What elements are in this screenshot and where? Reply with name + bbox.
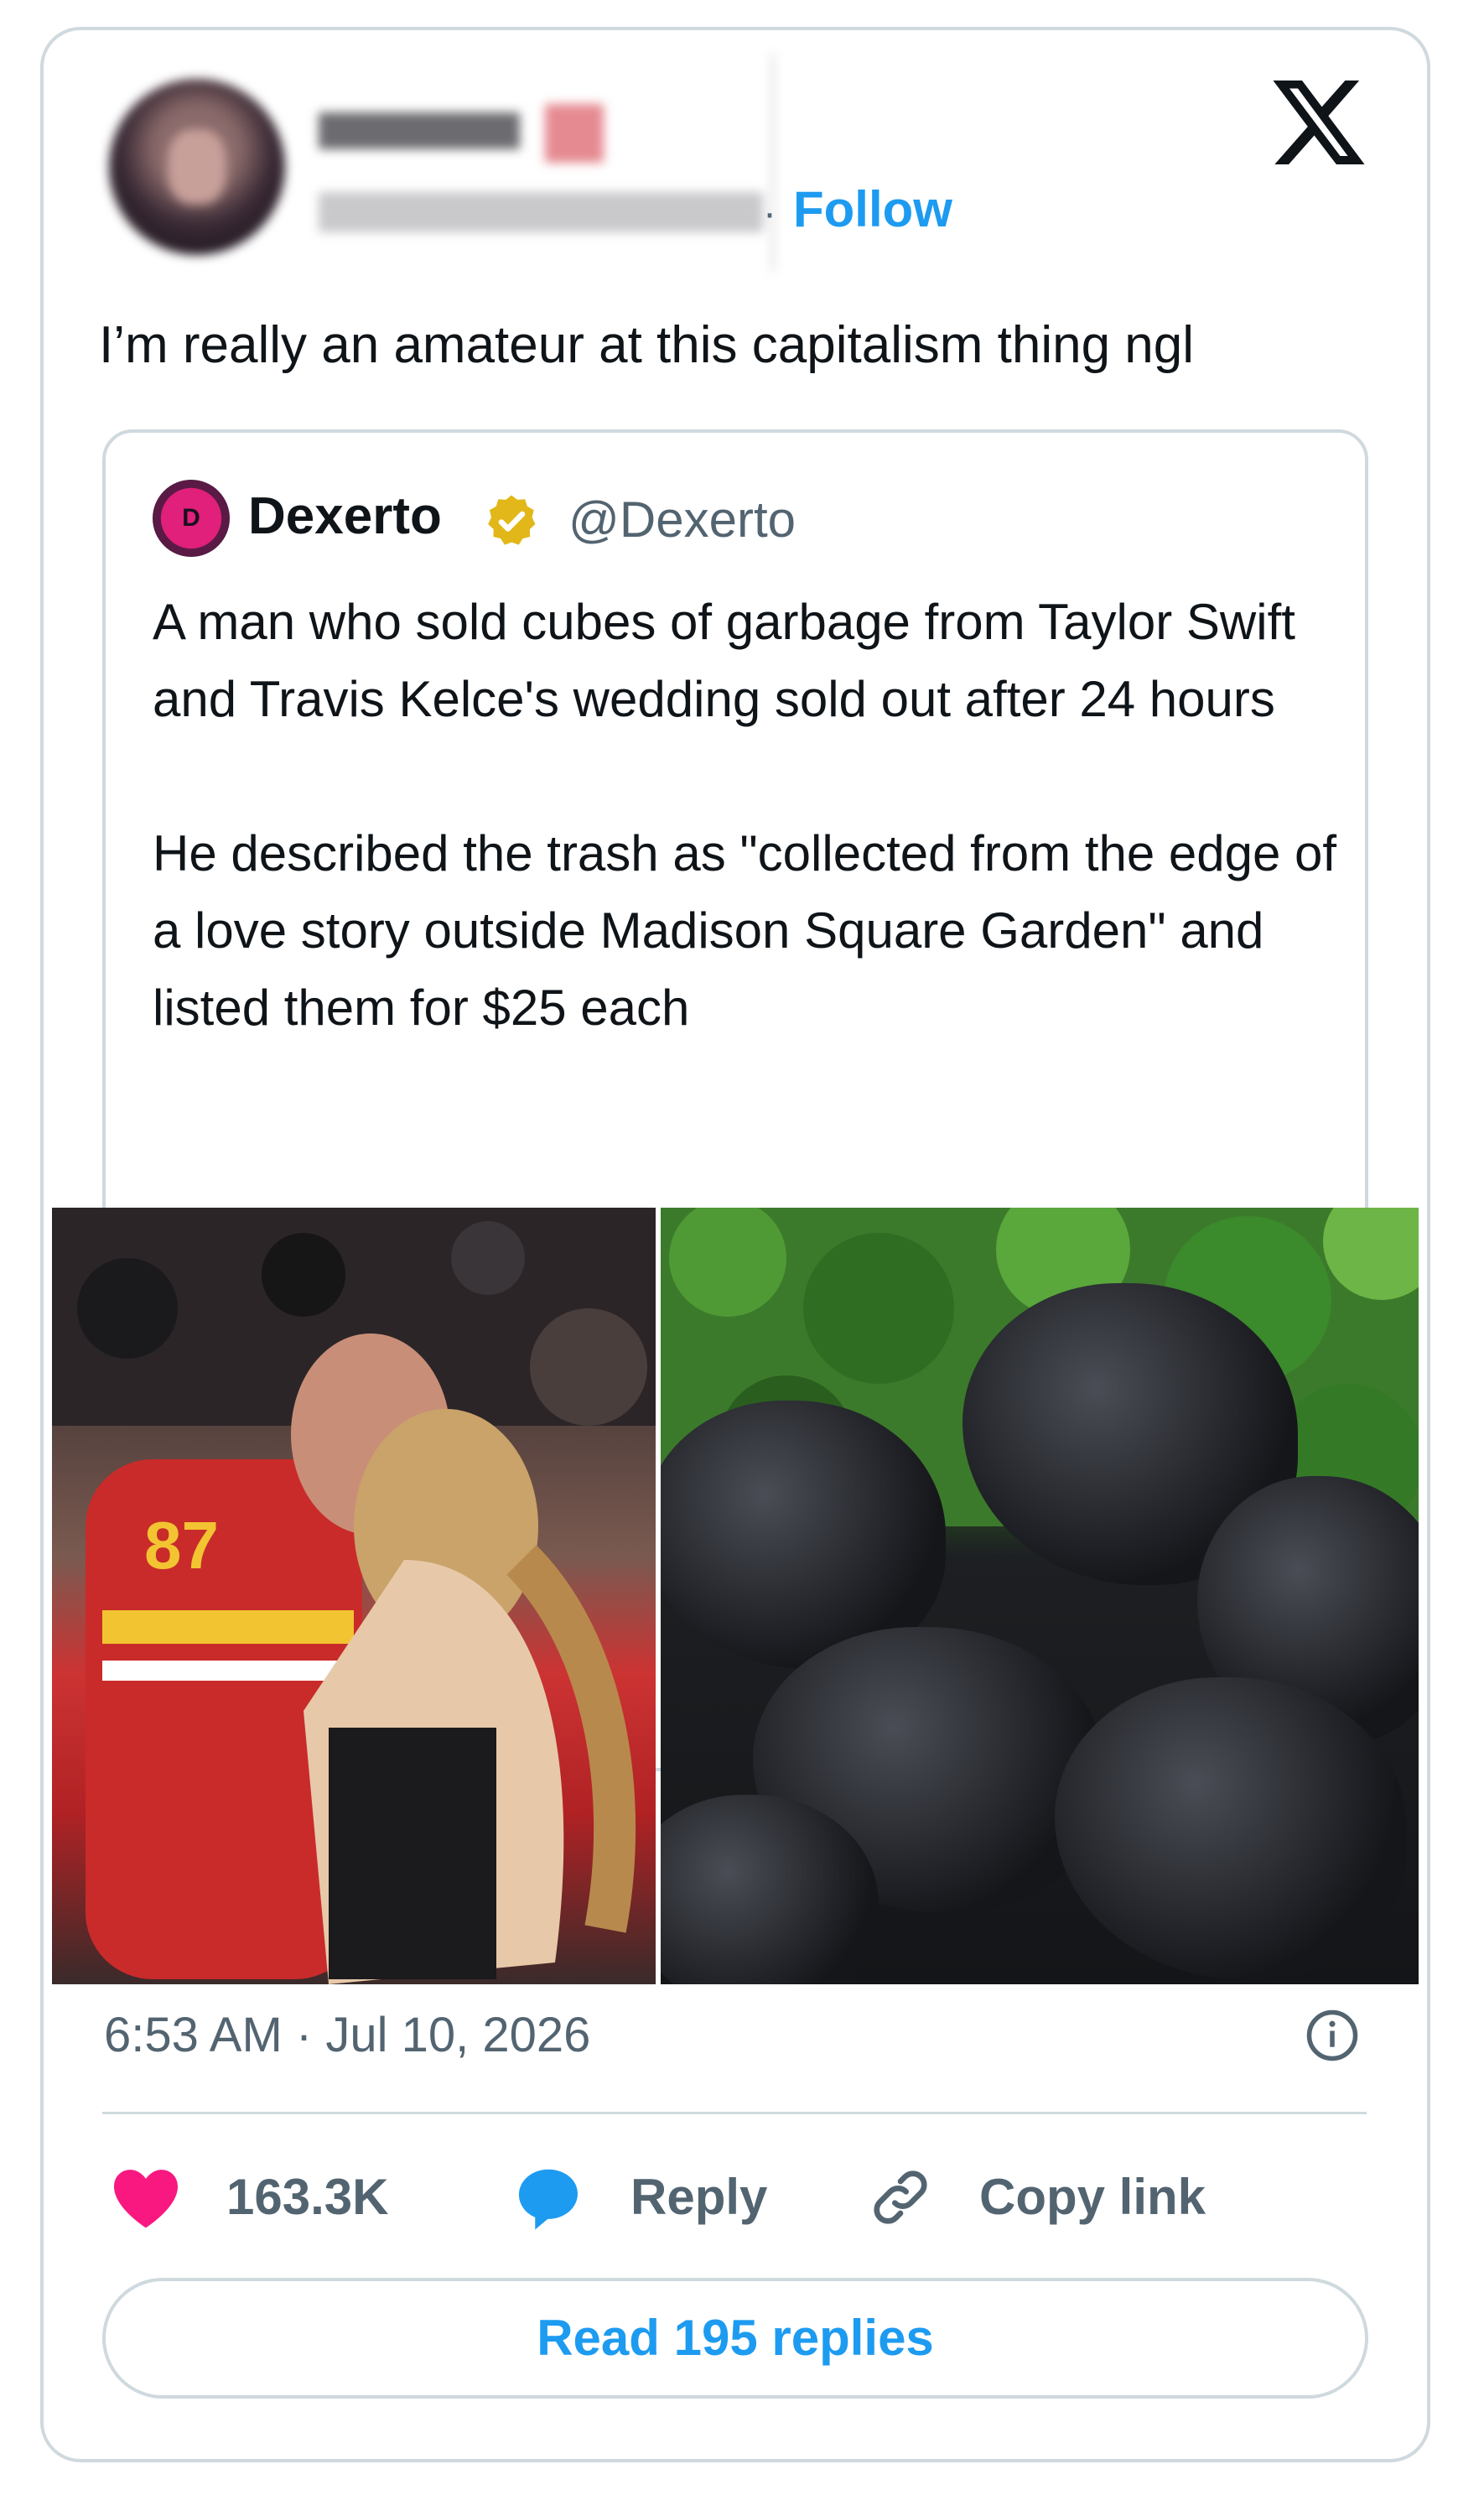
quoted-paragraph-1: A man who sold cubes of garbage from Tay…: [153, 594, 1295, 727]
read-replies-button[interactable]: Read 195 replies: [102, 2278, 1368, 2399]
gold-verified-badge-icon: [488, 495, 536, 545]
reply-bubble-icon[interactable]: [513, 2162, 584, 2233]
author-name[interactable]: [319, 112, 520, 149]
copy-link-button[interactable]: Copy link: [979, 2167, 1206, 2227]
heart-icon[interactable]: [111, 2165, 181, 2229]
jersey-number: 87: [144, 1508, 219, 1583]
tweet-timestamp[interactable]: 6:53 AM · Jul 10, 2026: [104, 2006, 590, 2065]
quoted-author-handle[interactable]: @Dexerto: [568, 488, 796, 552]
author-redacted-block: [75, 54, 774, 272]
quoted-tweet-text: A man who sold cubes of garbage from Tay…: [153, 584, 1343, 1124]
tweet-text: I’m really an amateur at this capitalism…: [99, 316, 1195, 374]
author-handle[interactable]: [319, 192, 763, 232]
link-icon[interactable]: [867, 2164, 934, 2231]
quoted-paragraph-2: He described the trash as "collected fro…: [153, 825, 1337, 1036]
photo-couple-illustration: 87: [52, 1208, 656, 1984]
x-logo-icon[interactable]: [1273, 81, 1365, 164]
action-bar: 163.3K Reply Copy link: [0, 2154, 1484, 2238]
photo-couple-kissing[interactable]: 87: [52, 1208, 656, 1984]
divider: [102, 2112, 1367, 2114]
author-avatar[interactable]: [109, 79, 285, 255]
reply-button[interactable]: Reply: [630, 2167, 767, 2227]
info-icon[interactable]: [1305, 2008, 1360, 2063]
like-count[interactable]: 163.3K: [226, 2167, 388, 2227]
quoted-author-name[interactable]: Dexerto: [248, 485, 442, 548]
media-grid[interactable]: 87: [52, 1208, 1419, 1984]
photo-garbage-bags[interactable]: [661, 1208, 1419, 1984]
author-emoji: [545, 104, 604, 163]
follow-button[interactable]: Follow: [793, 179, 952, 240]
follow-separator: ·: [763, 191, 776, 236]
quoted-avatar-initials: D: [182, 504, 200, 532]
